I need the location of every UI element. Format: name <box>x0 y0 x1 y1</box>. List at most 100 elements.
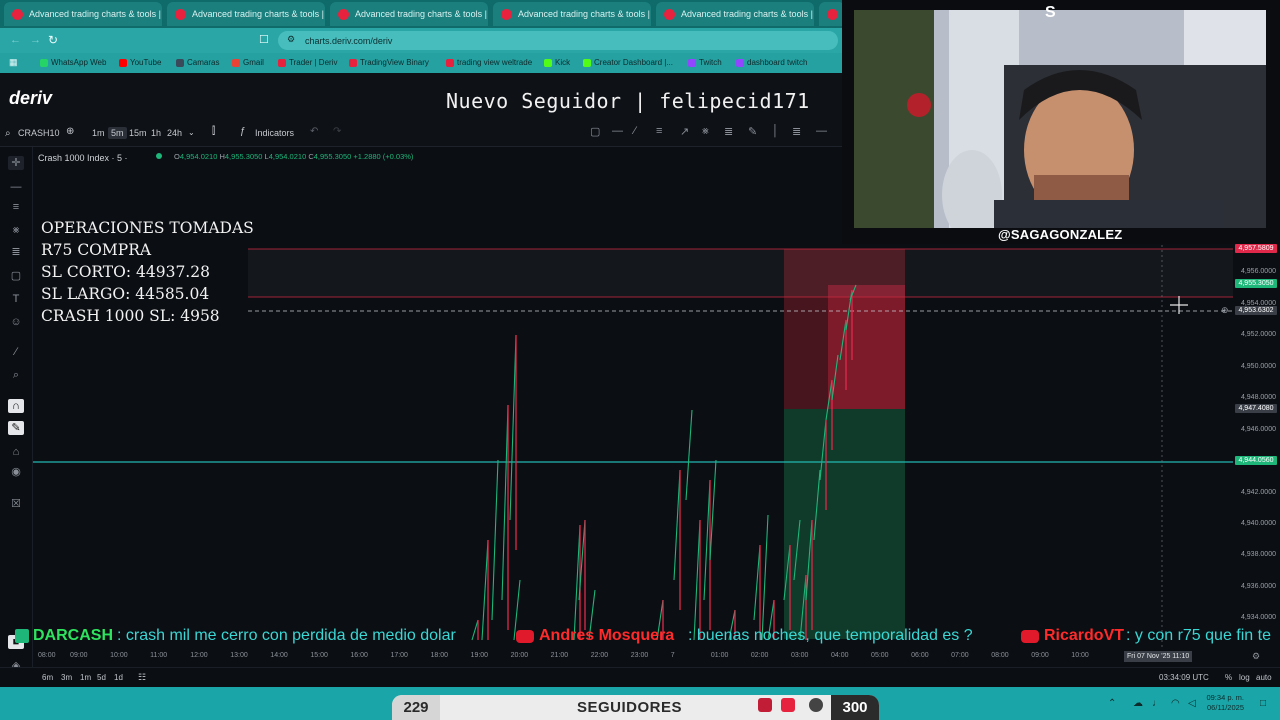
bookmark-item[interactable]: Trader | Deriv <box>278 58 337 67</box>
wifi-icon[interactable]: ◠ <box>1171 698 1180 709</box>
line-tool-icon[interactable]: — <box>8 180 24 194</box>
bookmark-item[interactable]: Creator Dashboard |... <box>583 58 673 67</box>
browser-tab[interactable]: Advanced trading charts & tools | Tr <box>656 2 814 26</box>
date-range-icon[interactable]: ☷ <box>138 672 146 683</box>
back-icon[interactable]: ← <box>10 34 21 46</box>
apps-grid-icon[interactable]: ▦ <box>9 57 18 68</box>
magnet-icon[interactable]: ∩ <box>8 399 24 413</box>
browser-tab[interactable]: Advanced trading charts & tools | Tr <box>4 2 162 26</box>
search-icon[interactable]: ⌕ <box>5 128 11 139</box>
crosshair-tool-icon[interactable]: ✛ <box>8 156 24 170</box>
fib-tool-icon[interactable]: ≣ <box>724 125 733 138</box>
lines-tool-icon[interactable]: ≡ <box>8 200 24 214</box>
period-3m[interactable]: 3m <box>61 673 72 682</box>
redo-icon[interactable]: ↷ <box>333 126 341 137</box>
webcam-video <box>854 10 1266 228</box>
rising-segment <box>693 519 701 641</box>
timeframe-5m[interactable]: 5m <box>108 127 127 139</box>
operations-line: CRASH 1000 SL: 4958 <box>41 307 220 325</box>
bookmark-item[interactable]: Camaras <box>176 58 219 67</box>
percent-scale-toggle[interactable]: % <box>1225 673 1232 682</box>
take-profit-zone <box>784 409 905 639</box>
eye-icon[interactable]: ◉ <box>8 465 24 479</box>
line-tool-icon[interactable]: — <box>816 125 827 137</box>
deriv-app-icon[interactable] <box>758 698 772 712</box>
emoji-tool-icon[interactable]: ☺ <box>8 315 24 329</box>
bookmark-label: Camaras <box>187 58 220 67</box>
period-bar: 6m 3m 1m 5d 1d ☷ 03:34:09 UTC % log auto <box>0 667 1280 688</box>
auto-scale-toggle[interactable]: auto <box>1256 673 1272 682</box>
time-tick-label: 05:00 <box>871 652 889 659</box>
browser-tab[interactable]: Advanced trading charts & tools | Tr <box>493 2 651 26</box>
fib-tool-icon[interactable]: ≣ <box>8 245 24 259</box>
bookmark-item[interactable]: dashboard twitch <box>736 58 807 67</box>
zoom-icon[interactable]: ⌕ <box>8 368 24 382</box>
stay-drawing-icon[interactable]: ✎ <box>8 421 24 435</box>
obs-app-icon[interactable] <box>809 698 823 712</box>
cloud-icon[interactable]: ☁ <box>1133 698 1143 709</box>
indicators-icon[interactable]: ƒ <box>240 126 246 137</box>
vertical-line-tool-icon[interactable]: │ <box>772 125 779 137</box>
text-tool-icon[interactable]: T <box>8 292 24 306</box>
period-5d[interactable]: 5d <box>97 673 106 682</box>
bookmark-item[interactable]: Kick <box>544 58 570 67</box>
ray-tool-icon[interactable]: ↗ <box>680 125 689 138</box>
horizontal-line-tool-icon[interactable]: — <box>612 125 623 137</box>
ruler-tool-icon[interactable]: ∕ <box>8 345 24 359</box>
chat-message: : buenas noches, que temporalidad es ? <box>688 627 973 644</box>
site-info-icon[interactable]: ⚙ <box>287 34 295 45</box>
settings-icon[interactable]: ⚙ <box>1252 651 1260 662</box>
lock-icon[interactable]: ⌂ <box>8 445 24 459</box>
bookmark-item[interactable]: Gmail <box>232 58 264 67</box>
notifications-icon[interactable]: □ <box>1260 698 1266 709</box>
period-1m[interactable]: 1m <box>80 673 91 682</box>
url-input[interactable]: ⚙ charts.deriv.com/deriv <box>278 31 838 50</box>
pattern-tool-icon[interactable]: ⨳ <box>702 125 709 138</box>
price-tag: 4,953.6302 <box>1235 305 1277 315</box>
trash-icon[interactable]: ☒ <box>8 497 24 511</box>
timeframe-1m[interactable]: 1m <box>92 128 105 138</box>
time-tick-label: 20:00 <box>510 652 529 659</box>
trend-line-tool-icon[interactable]: ∕ <box>634 125 636 137</box>
browser-tab-bar: Advanced trading charts & tools | Tr Adv… <box>0 0 845 28</box>
reload-icon[interactable]: ↻ <box>48 33 58 47</box>
pattern-tool-icon[interactable]: ⨳ <box>8 223 24 237</box>
price-tick-label: 4,948.0000 <box>1240 394 1276 402</box>
indicators-button[interactable]: Indicators <box>255 128 294 138</box>
volume-icon[interactable]: ◁ <box>1188 698 1196 709</box>
timeframe-24h[interactable]: 24h <box>167 128 182 138</box>
channel-tool-icon[interactable]: ≡ <box>656 125 662 137</box>
parallel-tool-icon[interactable]: ≣ <box>792 125 801 138</box>
brush-tool-icon[interactable]: ✎ <box>748 125 757 138</box>
candle-type-icon[interactable]: ⫿ <box>212 126 215 137</box>
forward-icon[interactable]: → <box>30 34 41 46</box>
bookmark-favicon-icon <box>688 58 696 67</box>
add-symbol-icon[interactable]: ⊕ <box>66 126 74 137</box>
browser-tab[interactable]: Advanced trading charts & tools | Tr <box>330 2 488 26</box>
follower-count: 229 <box>392 695 440 720</box>
bookmark-icon[interactable]: ☐ <box>259 33 269 46</box>
shapes-tool-icon[interactable]: ▢ <box>8 269 24 283</box>
bookmark-item[interactable]: trading view weltrade <box>446 58 532 67</box>
rectangle-tool-icon[interactable]: ▢ <box>590 125 600 138</box>
period-1d[interactable]: 1d <box>114 673 123 682</box>
bookmark-item[interactable]: Twitch <box>688 58 722 67</box>
log-scale-toggle[interactable]: log <box>1239 673 1250 682</box>
microphone-icon[interactable]: ♩ <box>1152 698 1162 709</box>
bookmark-item[interactable]: TradingView Binary <box>349 58 429 67</box>
rising-segment <box>481 539 489 641</box>
bookmark-item[interactable]: YouTube <box>119 58 161 67</box>
deriv-app-icon[interactable] <box>781 698 795 712</box>
add-alert-icon[interactable]: ⊕ <box>1221 305 1229 316</box>
price-tick-label: 4,938.0000 <box>1240 551 1276 559</box>
chevron-up-icon[interactable]: ⌃ <box>1108 698 1116 709</box>
symbol-selector[interactable]: CRASH10 <box>18 128 60 138</box>
browser-tab[interactable]: Advanced trading charts & tools | Tr <box>167 2 325 26</box>
stop-loss-zone-active <box>828 285 905 409</box>
timeframe-1h[interactable]: 1h <box>151 128 161 138</box>
chevron-down-icon[interactable]: ⌄ <box>188 128 195 137</box>
timeframe-15m[interactable]: 15m <box>129 128 147 138</box>
bookmark-item[interactable]: WhatsApp Web <box>40 58 106 67</box>
period-6m[interactable]: 6m <box>42 673 53 682</box>
undo-icon[interactable]: ↶ <box>310 126 318 137</box>
